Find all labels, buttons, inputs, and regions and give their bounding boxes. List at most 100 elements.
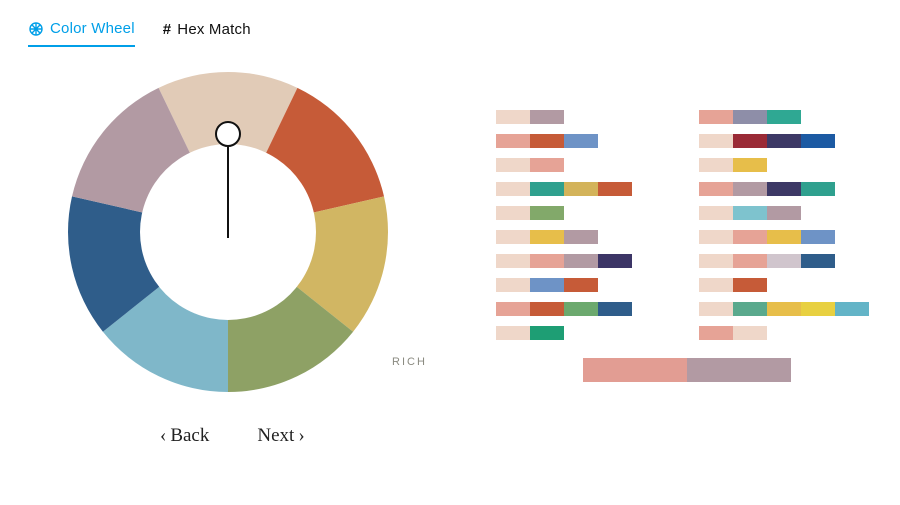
swatch <box>801 254 835 268</box>
tab-label: Hex Match <box>177 21 251 38</box>
palette-row[interactable] <box>496 254 675 268</box>
swatch <box>699 302 733 316</box>
palette-row[interactable] <box>496 326 675 340</box>
swatch <box>835 302 869 316</box>
swatch <box>530 302 564 316</box>
palette-row[interactable] <box>699 110 878 124</box>
palette-row[interactable] <box>699 326 878 340</box>
swatch <box>530 206 564 220</box>
palette-grid <box>496 110 878 382</box>
swatch <box>699 326 733 340</box>
swatch <box>699 206 733 220</box>
palette-row[interactable] <box>699 158 878 172</box>
swatch <box>699 182 733 196</box>
palette-row[interactable] <box>496 230 675 244</box>
swatch <box>767 254 801 268</box>
swatch <box>699 254 733 268</box>
swatch <box>496 254 530 268</box>
palette-row[interactable] <box>699 302 878 316</box>
tab-label: Color Wheel <box>50 20 135 37</box>
hash-icon: # <box>163 21 172 38</box>
swatch <box>496 134 530 148</box>
palette-row[interactable] <box>699 254 878 268</box>
swatch <box>583 358 687 382</box>
swatch <box>496 230 530 244</box>
swatch <box>733 110 767 124</box>
swatch <box>801 302 835 316</box>
tab-color-wheel[interactable]: Color Wheel <box>28 20 135 47</box>
palette-row[interactable] <box>496 134 675 148</box>
swatch <box>733 254 767 268</box>
swatch <box>767 230 801 244</box>
swatch <box>530 134 564 148</box>
swatch <box>801 230 835 244</box>
swatch <box>767 134 801 148</box>
swatch <box>687 358 791 382</box>
swatch <box>496 182 530 196</box>
swatch <box>733 326 767 340</box>
swatch <box>564 230 598 244</box>
palette-row[interactable] <box>496 158 675 172</box>
swatch <box>699 158 733 172</box>
palette-column-right <box>699 110 878 340</box>
swatch <box>598 182 632 196</box>
swatch <box>530 182 564 196</box>
swatch <box>699 230 733 244</box>
swatch <box>733 230 767 244</box>
swatch <box>699 110 733 124</box>
tool-tabs: Color Wheel # Hex Match <box>28 20 251 47</box>
swatch <box>767 206 801 220</box>
chevron-left-icon: ‹ <box>160 425 166 447</box>
swatch <box>564 254 598 268</box>
swatch <box>767 110 801 124</box>
swatch <box>564 278 598 292</box>
palette-row[interactable] <box>496 182 675 196</box>
swatch <box>496 326 530 340</box>
swatch <box>530 110 564 124</box>
color-wheel-icon <box>28 21 44 37</box>
swatch <box>699 278 733 292</box>
swatch <box>733 206 767 220</box>
swatch <box>496 206 530 220</box>
swatch <box>564 182 598 196</box>
back-button[interactable]: ‹ Back <box>160 425 209 447</box>
palette-column-left <box>496 110 675 340</box>
swatch <box>733 302 767 316</box>
swatch <box>530 278 564 292</box>
palette-row[interactable] <box>699 182 878 196</box>
swatch <box>496 110 530 124</box>
swatch <box>530 158 564 172</box>
palette-row[interactable] <box>496 206 675 220</box>
swatch <box>530 230 564 244</box>
swatch <box>733 278 767 292</box>
swatch <box>767 182 801 196</box>
swatch <box>496 302 530 316</box>
palette-row[interactable] <box>496 110 675 124</box>
next-button[interactable]: Next › <box>257 425 304 447</box>
palette-row[interactable] <box>699 278 878 292</box>
swatch <box>496 158 530 172</box>
swatch <box>564 134 598 148</box>
chevron-right-icon: › <box>298 425 304 447</box>
swatch <box>496 278 530 292</box>
swatch <box>598 302 632 316</box>
palette-row[interactable] <box>496 278 675 292</box>
swatch <box>733 182 767 196</box>
wheel-nav: ‹ Back Next › <box>160 425 305 447</box>
swatch <box>801 182 835 196</box>
selected-palette[interactable] <box>496 358 878 382</box>
swatch <box>733 158 767 172</box>
swatch <box>530 326 564 340</box>
palette-row[interactable] <box>699 230 878 244</box>
palette-row[interactable] <box>496 302 675 316</box>
swatch <box>598 254 632 268</box>
swatch <box>767 302 801 316</box>
tab-hex-match[interactable]: # Hex Match <box>163 20 251 47</box>
color-wheel[interactable] <box>68 72 388 392</box>
palette-row[interactable] <box>699 206 878 220</box>
swatch <box>530 254 564 268</box>
wheel-pointer[interactable] <box>227 144 229 238</box>
swatch <box>699 134 733 148</box>
palette-row[interactable] <box>699 134 878 148</box>
swatch <box>801 134 835 148</box>
